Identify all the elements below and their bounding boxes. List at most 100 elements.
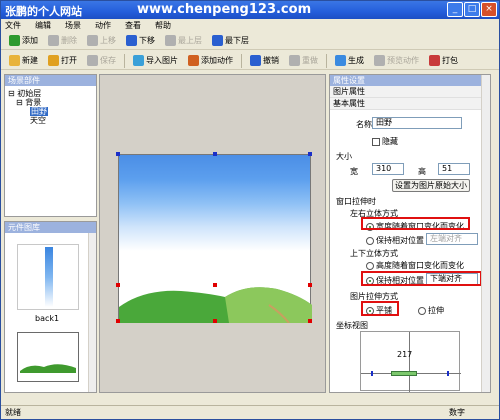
resize-handle-mr[interactable] [308,283,312,287]
hide-checkbox-box[interactable] [372,137,380,146]
maximize-button[interactable]: □ [464,2,480,17]
coord-vertical-line [409,332,410,392]
scene-tree: ⊟ 初始层 ⊟ 背景 田野 天空 [5,86,96,128]
minimize-button[interactable]: _ [447,2,463,17]
toolbar1-button-2[interactable]: 上移 [83,33,120,49]
horiz-option-keep[interactable]: 保持相对位置 [366,235,424,246]
toolbar2-label-1: 打开 [61,56,77,65]
tree-node-field[interactable]: 田野 [8,107,93,116]
coord-left-tick [371,371,373,376]
toolbar2-button-5[interactable]: 撤销 [246,53,283,69]
vert-option-stretch[interactable]: 高度随着窗口变化而变化 [366,260,464,271]
component-label-back1: back1 [35,314,60,323]
sky-strip-image [45,247,53,307]
set-original-size-button[interactable]: 设置为图片原始大小 [392,179,470,192]
bottom-layer-icon [212,35,223,46]
open-folder-icon [48,55,59,66]
tree-node-root[interactable]: ⊟ 初始层 [8,89,93,98]
resize-handle-bc[interactable] [213,319,217,323]
tree-node-background[interactable]: ⊟ 背景 [8,98,93,107]
menu-item-4[interactable]: 查看 [125,19,141,32]
field-image [20,364,76,373]
toolbar2-button-7[interactable]: 生成 [331,53,368,69]
coord-view-label: 坐标视图 [336,321,368,330]
width-label: 宽 [350,167,358,176]
toolbar2-label-4: 添加动作 [201,56,233,65]
add-action-icon [188,55,199,66]
resize-handle-tr[interactable] [308,152,312,156]
toolbar1-button-3[interactable]: 下移 [122,33,159,49]
toolbar1-label-2: 上移 [100,36,116,45]
horiz-keep-radio[interactable] [366,236,374,245]
menu-item-5[interactable]: 帮助 [155,19,171,32]
toolbar-separator [124,53,125,68]
toolbar2-button-8[interactable]: 预览动作 [370,53,423,69]
toolbar1-button-5[interactable]: 最下层 [208,33,253,49]
toolbar2-label-6: 重做 [302,56,318,65]
property-scrollbar[interactable] [481,75,490,392]
package-icon [429,55,440,66]
coord-right-tick [447,371,449,376]
height-label: 高 [418,167,426,176]
undo-icon [250,55,261,66]
basic-props-section: 基本属性 [330,98,490,110]
coord-view-box: 217 [360,331,461,392]
width-field[interactable]: 310 [372,163,404,175]
component-thumb-back1[interactable] [17,244,79,310]
scene-canvas[interactable] [116,152,312,323]
name-field[interactable]: 田野 [372,117,462,129]
toolbar2-button-3[interactable]: 导入图片 [129,53,182,69]
hide-checkbox[interactable]: 隐藏 [372,136,398,147]
name-label: 名称 [356,120,372,129]
toolbar2-label-3: 导入图片 [146,56,178,65]
toolbar1-button-4[interactable]: 最上层 [161,33,206,49]
menu-item-2[interactable]: 场景 [65,19,81,32]
new-icon [9,55,20,66]
menu-item-3[interactable]: 动作 [95,19,111,32]
vert-stretch-radio[interactable] [366,261,374,270]
toolbar1-button-1[interactable]: 删除 [44,33,81,49]
vertical-mode-title: 上下立体方式 [350,249,398,258]
menu-item-0[interactable]: 文件 [5,19,21,32]
toolbar-separator [241,53,242,68]
toolbar1-label-0: 添加 [22,36,38,45]
toolbar2-button-0[interactable]: 新建 [5,53,42,69]
horiz-align-select[interactable]: 左端对齐 [426,233,478,245]
height-field[interactable]: 51 [438,163,470,175]
scene-panel-header: 场景部件 [5,75,96,86]
highlight-box-vertical [361,271,482,286]
toolbar1-button-0[interactable]: 添加 [5,33,42,49]
component-panel-header: 元件图库 [5,222,96,233]
toolbar1-label-3: 下移 [139,36,155,45]
toolbar1-label-5: 最下层 [225,36,249,45]
resize-handle-bl[interactable] [116,319,120,323]
toolbar2-button-2[interactable]: 保存 [83,53,120,69]
edit-toolbar: 添加 删除 上移 下移 最上层 最下层 [1,32,499,50]
toolbar-separator [326,53,327,68]
component-thumb-field[interactable] [17,332,79,382]
resize-handle-br[interactable] [308,319,312,323]
toolbar2-label-5: 撤销 [263,56,279,65]
property-panel-header: 属性设置 [330,75,490,86]
menu-item-1[interactable]: 编辑 [35,19,51,32]
resize-handle-center[interactable] [213,283,217,287]
component-scrollbar[interactable] [88,233,96,392]
resize-handle-tc[interactable] [213,152,217,156]
fill-option-stretch[interactable]: 拉伸 [418,305,444,316]
toolbar2-button-6[interactable]: 重做 [285,53,322,69]
toolbar2-button-1[interactable]: 打开 [44,53,81,69]
toolbar1-label-4: 最上层 [178,36,202,45]
toolbar2-button-4[interactable]: 添加动作 [184,53,237,69]
resize-handle-tl[interactable] [116,152,120,156]
add-icon [9,35,20,46]
toolbar2-button-9[interactable]: 打包 [425,53,462,69]
fill-stretch-radio[interactable] [418,306,426,315]
resize-handle-ml[interactable] [116,283,120,287]
close-button[interactable]: × [481,2,497,17]
up-arrow-icon [87,35,98,46]
tree-node-sky[interactable]: 天空 [8,116,93,125]
toolbar2-label-0: 新建 [22,56,38,65]
toolbar2-label-9: 打包 [442,56,458,65]
toolbar1-label-1: 删除 [61,36,77,45]
top-layer-icon [165,35,176,46]
